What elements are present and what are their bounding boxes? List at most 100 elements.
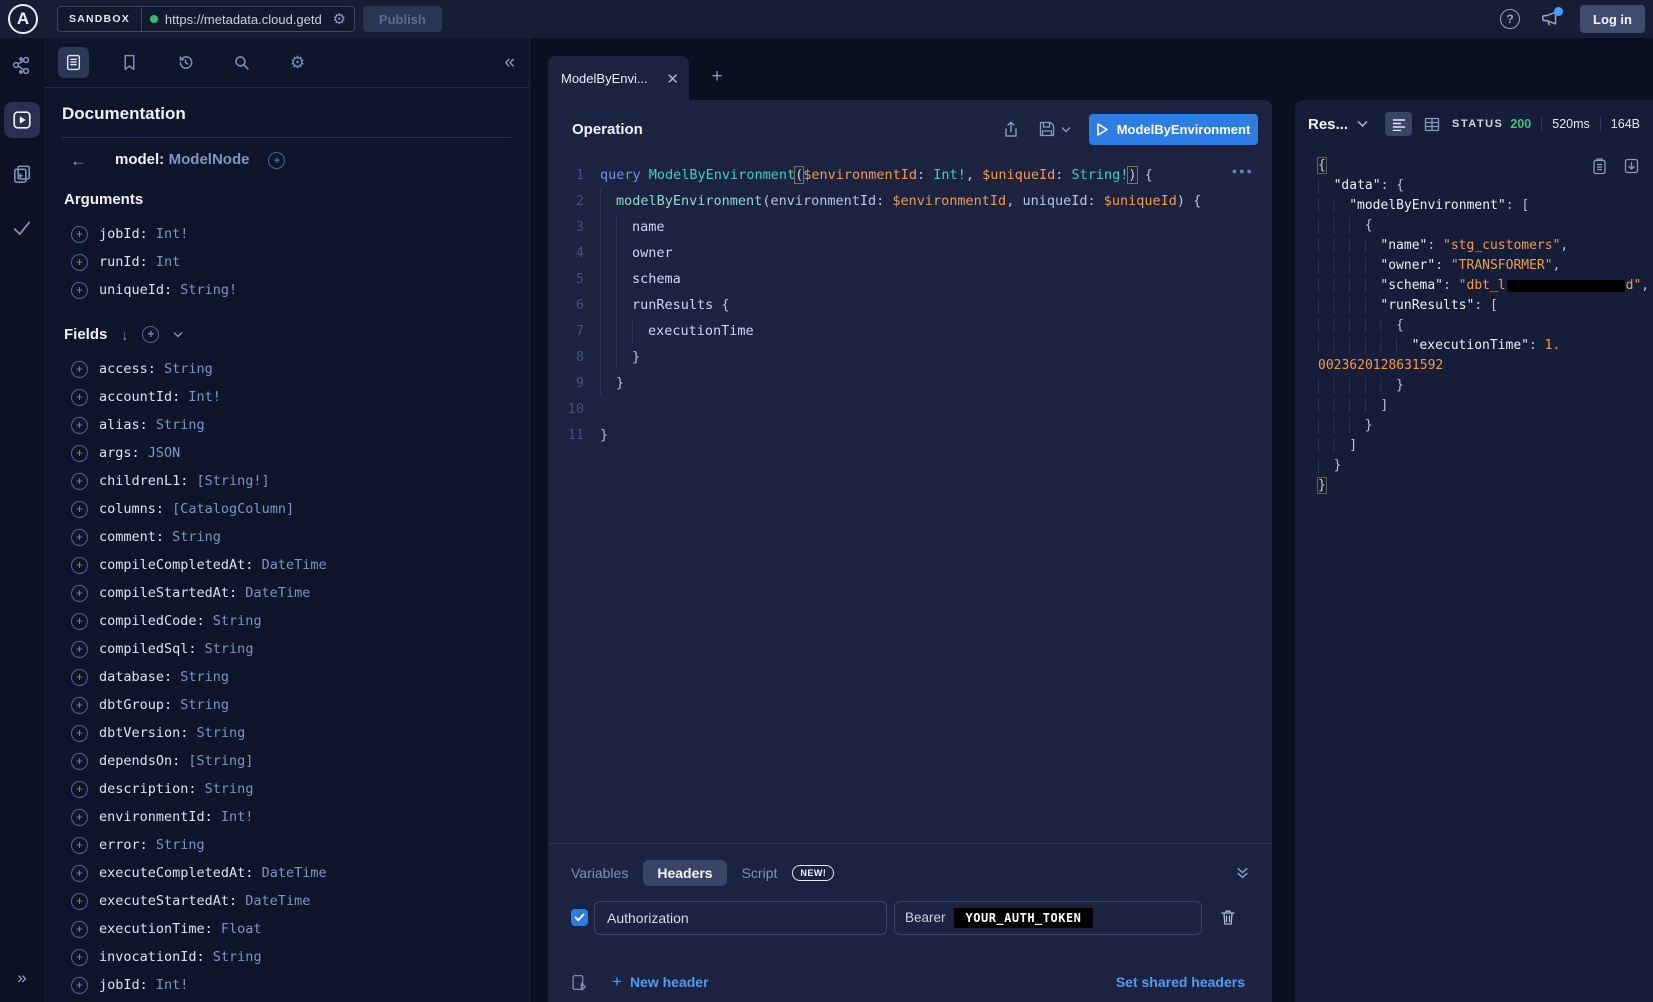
add-all-fields-icon[interactable]: +	[142, 326, 159, 343]
copy-response-icon[interactable]	[1592, 158, 1607, 175]
add-field-icon[interactable]: +	[71, 781, 88, 798]
field-type[interactable]: [String]	[180, 753, 253, 769]
header-value-input[interactable]: Bearer YOUR_AUTH_TOKEN	[894, 901, 1202, 935]
set-shared-headers-button[interactable]: Set shared headers	[1116, 974, 1245, 990]
collections-icon[interactable]	[4, 156, 40, 192]
add-field-icon[interactable]: +	[71, 977, 88, 994]
field-name[interactable]: accountId:	[99, 389, 180, 405]
field-type[interactable]: Int!	[148, 977, 189, 993]
add-field-icon[interactable]: +	[71, 725, 88, 742]
add-field-icon[interactable]: +	[71, 893, 88, 910]
field-type[interactable]: String	[197, 641, 254, 657]
field-name[interactable]: executeStartedAt:	[99, 893, 237, 909]
endpoint-settings-icon[interactable]: ⚙	[332, 12, 345, 27]
add-field-icon[interactable]: +	[71, 753, 88, 770]
add-field-icon[interactable]: +	[71, 837, 88, 854]
field-name[interactable]: environmentId:	[99, 809, 213, 825]
field-type[interactable]: Int!	[213, 809, 254, 825]
add-field-icon[interactable]: +	[71, 585, 88, 602]
add-field-icon[interactable]: +	[71, 473, 88, 490]
collapse-subpanel-icon[interactable]	[1236, 867, 1249, 879]
add-field-icon[interactable]: +	[71, 501, 88, 518]
table-view-icon[interactable]	[1424, 117, 1440, 132]
header-name-input[interactable]	[594, 901, 887, 935]
field-type[interactable]: String!	[172, 282, 237, 298]
add-field-icon[interactable]: +	[71, 865, 88, 882]
save-chevron-icon[interactable]	[1061, 126, 1071, 133]
announcements-icon[interactable]	[1540, 10, 1560, 28]
schema-graph-icon[interactable]	[4, 48, 40, 84]
expand-rail-icon[interactable]: »	[0, 968, 44, 988]
add-field-icon[interactable]: +	[71, 282, 88, 299]
field-name[interactable]: compiledCode:	[99, 613, 205, 629]
field-name[interactable]: comment:	[99, 529, 164, 545]
new-header-button[interactable]: + New header	[612, 972, 709, 992]
field-type[interactable]: String	[205, 949, 262, 965]
field-name[interactable]: dbtVersion:	[99, 725, 188, 741]
add-field-icon[interactable]: +	[71, 254, 88, 271]
add-field-icon[interactable]: +	[71, 529, 88, 546]
field-type[interactable]: String	[172, 697, 229, 713]
field-name[interactable]: jobId:	[99, 977, 148, 993]
field-type[interactable]: DateTime	[237, 893, 310, 909]
add-field-icon[interactable]: +	[71, 697, 88, 714]
delete-header-icon[interactable]	[1220, 909, 1236, 926]
field-type[interactable]: String	[148, 417, 205, 433]
add-field-icon[interactable]: +	[71, 417, 88, 434]
field-name[interactable]: uniqueId:	[99, 282, 172, 298]
field-type[interactable]: Float	[213, 921, 262, 937]
field-name[interactable]: args:	[99, 445, 140, 461]
field-type[interactable]: DateTime	[253, 865, 326, 881]
field-type[interactable]: Int!	[148, 226, 189, 242]
explorer-icon[interactable]	[4, 102, 40, 138]
field-name[interactable]: description:	[99, 781, 197, 797]
field-name[interactable]: database:	[99, 669, 172, 685]
field-type[interactable]: String	[148, 837, 205, 853]
field-name[interactable]: invocationId:	[99, 949, 205, 965]
download-response-icon[interactable]	[1624, 158, 1639, 175]
chevron-down-icon[interactable]	[173, 331, 183, 338]
field-name[interactable]: dbtGroup:	[99, 697, 172, 713]
field-type[interactable]: JSON	[140, 445, 181, 461]
field-name[interactable]: compiledSql:	[99, 641, 197, 657]
tab-headers[interactable]: Headers	[643, 860, 726, 886]
query-editor[interactable]: 1query ModelByEnvironment($environmentId…	[548, 162, 1272, 448]
add-field-icon[interactable]: +	[71, 557, 88, 574]
operation-tab[interactable]: ModelByEnvi... ✕	[548, 56, 689, 101]
raw-view-icon[interactable]	[1385, 112, 1412, 136]
add-field-icon[interactable]: +	[71, 641, 88, 658]
doc-settings-icon[interactable]: ⚙	[282, 47, 313, 78]
field-name[interactable]: runId:	[99, 254, 148, 270]
field-name[interactable]: executeCompletedAt:	[99, 865, 253, 881]
documentation-tab-icon[interactable]	[58, 47, 89, 78]
publish-button[interactable]: Publish	[363, 6, 442, 32]
add-field-icon[interactable]: +	[71, 921, 88, 938]
add-field-icon[interactable]: +	[71, 361, 88, 378]
history-icon[interactable]	[170, 47, 201, 78]
field-type[interactable]: [CatalogColumn]	[164, 501, 294, 517]
endpoint-url[interactable]: https://metadata.cloud.getd	[165, 12, 326, 27]
field-name[interactable]: access:	[99, 361, 156, 377]
doc-type-name[interactable]: ModelNode	[169, 151, 250, 168]
close-tab-icon[interactable]: ✕	[666, 70, 679, 88]
add-field-icon[interactable]: +	[71, 809, 88, 826]
add-field-icon[interactable]: +	[71, 389, 88, 406]
line-menu-icon[interactable]: ●●●	[1232, 166, 1254, 176]
field-type[interactable]: String	[156, 361, 213, 377]
header-enabled-checkbox[interactable]	[571, 909, 588, 926]
add-field-icon[interactable]: +	[71, 226, 88, 243]
back-arrow-icon[interactable]: ←	[70, 152, 87, 169]
collapse-doc-panel-icon[interactable]: «	[504, 52, 515, 74]
login-button[interactable]: Log in	[1580, 5, 1645, 33]
field-type[interactable]: String	[164, 529, 221, 545]
tab-script[interactable]: Script	[742, 860, 778, 886]
save-icon[interactable]	[1039, 121, 1055, 137]
field-name[interactable]: alias:	[99, 417, 148, 433]
field-type[interactable]: DateTime	[253, 557, 326, 573]
environment-variables-icon[interactable]	[571, 974, 588, 991]
field-name[interactable]: compileCompletedAt:	[99, 557, 253, 573]
field-name[interactable]: childrenL1:	[99, 473, 188, 489]
sort-fields-icon[interactable]: ↓	[121, 327, 128, 343]
response-dropdown-icon[interactable]	[1357, 120, 1368, 128]
add-field-icon[interactable]: +	[71, 669, 88, 686]
